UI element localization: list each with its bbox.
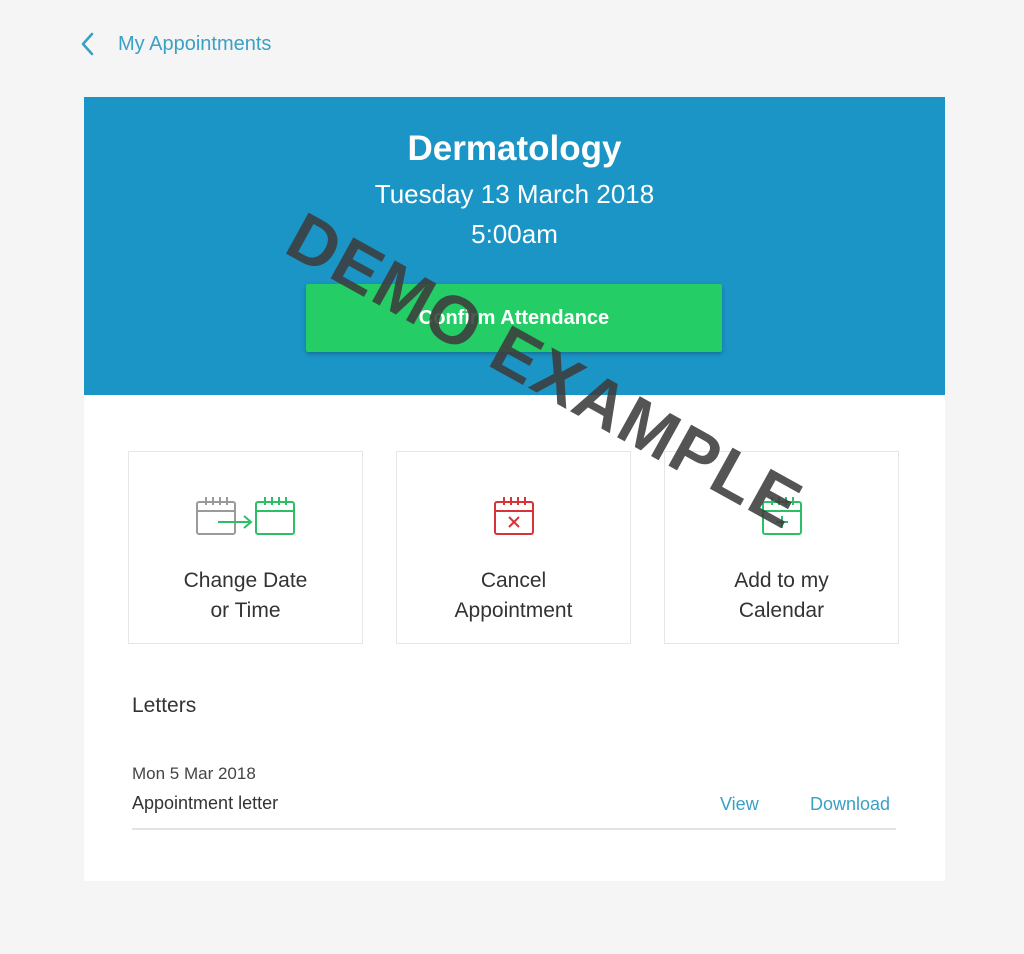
letter-divider <box>132 828 896 830</box>
calendar-cancel-icon <box>397 494 630 544</box>
view-letter-link[interactable]: View <box>720 794 759 815</box>
appointment-card: Dermatology Tuesday 13 March 2018 5:00am… <box>84 97 945 881</box>
change-date-label: Change Date or Time <box>183 569 308 622</box>
chevron-left-icon[interactable] <box>80 30 98 58</box>
confirm-attendance-button[interactable]: Confirm Attendance <box>306 284 722 352</box>
cancel-appointment-tile[interactable]: Cancel Appointment <box>396 451 631 644</box>
add-to-calendar-tile[interactable]: Add to my Calendar <box>664 451 899 644</box>
back-nav[interactable]: My Appointments <box>80 30 271 58</box>
letters-section: Letters Mon 5 Mar 2018 Appointment lette… <box>84 674 945 881</box>
calendar-add-icon <box>665 494 898 544</box>
appointment-department: Dermatology <box>407 129 622 168</box>
back-link-label[interactable]: My Appointments <box>118 33 271 56</box>
cancel-appointment-label: Cancel Appointment <box>454 569 573 622</box>
calendar-change-icon <box>129 494 362 544</box>
letters-heading: Letters <box>132 694 197 717</box>
download-letter-link[interactable]: Download <box>810 794 890 815</box>
letter-name: Appointment letter <box>132 793 279 813</box>
appointment-header: Dermatology Tuesday 13 March 2018 5:00am… <box>84 97 945 395</box>
appointment-time: 5:00am <box>471 219 558 249</box>
add-to-calendar-label: Add to my Calendar <box>734 569 829 622</box>
letter-date: Mon 5 Mar 2018 <box>132 764 256 783</box>
appointment-date: Tuesday 13 March 2018 <box>374 179 655 209</box>
change-date-tile[interactable]: Change Date or Time <box>128 451 363 644</box>
